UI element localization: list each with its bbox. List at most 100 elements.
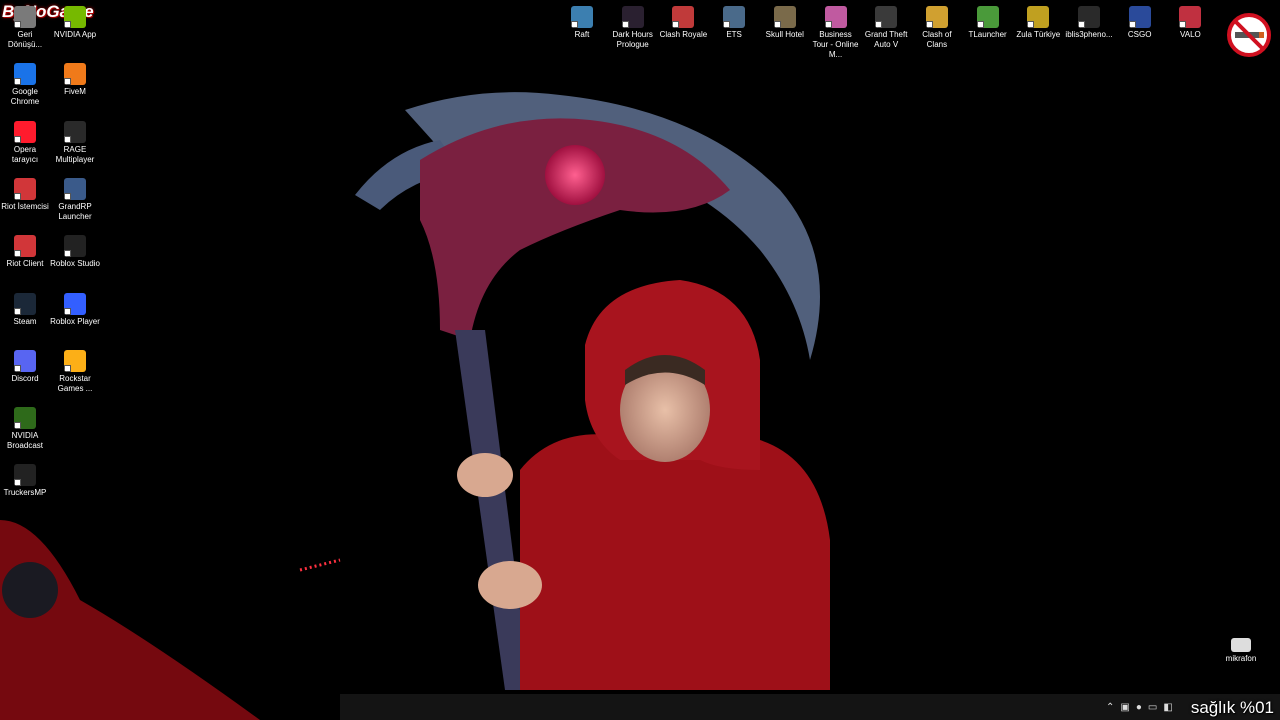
desktop-icon[interactable]: Riot Client	[0, 235, 50, 269]
desktop-icon[interactable]: ETS	[709, 6, 759, 40]
app-icon	[672, 6, 695, 28]
app-icon	[773, 6, 796, 28]
desktop-icon-label: VALO	[1180, 30, 1201, 39]
app-icon	[14, 407, 36, 430]
desktop-icon-label: ETS	[726, 30, 742, 39]
desktop-icon-label: Zula Türkiye	[1016, 30, 1061, 39]
desktop-icon-label: RAGE Multiplayer	[55, 144, 95, 164]
app-icon	[723, 6, 746, 28]
desktop-icon[interactable]: CSGO	[1115, 6, 1165, 40]
app-icon	[14, 349, 36, 372]
shortcut-arrow-icon	[14, 479, 21, 487]
desktop-icon-label: Google Chrome	[10, 87, 40, 107]
desktop-icon-label: Geri Dönüşü...	[7, 30, 43, 49]
shortcut-arrow-icon	[64, 307, 71, 315]
desktop-icon-label: CSGO	[1127, 30, 1152, 39]
app-icon	[64, 349, 86, 372]
shortcut-arrow-icon	[64, 78, 71, 86]
app-icon	[14, 63, 36, 86]
desktop-icon[interactable]: Roblox Player	[50, 292, 100, 327]
desktop-wallpaper	[0, 0, 1280, 720]
desktop-icon-label: Riot İstemcisi	[1, 201, 49, 211]
desktop-icon[interactable]: Rockstar Games ...	[50, 349, 100, 394]
app-icon	[925, 6, 948, 28]
health-overlay: sağlık %01	[1190, 698, 1274, 717]
shortcut-arrow-icon	[976, 21, 984, 28]
shortcut-arrow-icon	[14, 192, 21, 200]
shortcut-arrow-icon	[14, 364, 21, 372]
shortcut-arrow-icon	[824, 21, 832, 28]
desktop-icon-mikrafon[interactable]: mikrafon	[1216, 638, 1266, 664]
desktop-icon-label: Clash Royale	[659, 30, 708, 39]
chevron-up-icon[interactable]: ⌃	[1106, 702, 1114, 713]
desktop-icon-label: Opera tarayıcı	[11, 144, 39, 164]
shortcut-arrow-icon	[1078, 21, 1085, 28]
desktop-icon[interactable]: iblis3pheno...	[1064, 6, 1114, 40]
shortcut-arrow-icon	[64, 250, 71, 258]
desktop-icon-label: Skull Hotel	[765, 30, 804, 39]
desktop-icon-label: TruckersMP	[3, 488, 47, 498]
shortcut-arrow-icon	[14, 250, 21, 258]
network-icon[interactable]: ◧	[1163, 702, 1172, 713]
desktop-icon-label: GrandRP Launcher	[58, 201, 92, 221]
desktop-icon[interactable]: Raft	[557, 6, 607, 40]
desktop-icon-label: mikrafon	[1225, 654, 1257, 663]
desktop-icon-label: NVIDIA App	[53, 30, 97, 39]
desktop-icon[interactable]: Zula Türkiye	[1013, 6, 1063, 40]
app-icon	[64, 177, 86, 200]
shortcut-arrow-icon	[64, 135, 71, 143]
shortcut-arrow-icon	[571, 21, 578, 28]
desktop-icon[interactable]: Discord	[0, 349, 50, 384]
desktop-icon[interactable]: NVIDIA App	[50, 6, 100, 40]
app-icon	[14, 292, 36, 315]
desktop-icon-label: Steam	[13, 316, 37, 326]
desktop-icon[interactable]: Opera tarayıcı	[0, 120, 50, 165]
desktop-icon-label: TLauncher	[968, 30, 1007, 39]
desktop-icon-label: Dark Hours Prologue	[612, 30, 653, 49]
desktop-icon[interactable]: Riot İstemcisi	[0, 177, 50, 212]
desktop-icon[interactable]: TLauncher	[963, 6, 1013, 40]
desktop-icon-label: Discord	[11, 373, 39, 383]
shortcut-arrow-icon	[1179, 21, 1187, 28]
desktop-icon[interactable]: Clash of Clans	[912, 6, 962, 50]
app-icon	[14, 6, 36, 28]
desktop-icon[interactable]: Google Chrome	[0, 63, 50, 107]
shortcut-arrow-icon	[14, 21, 21, 28]
desktop-icon[interactable]: Geri Dönüşü...	[0, 6, 50, 50]
desktop-icon[interactable]: TruckersMP	[0, 464, 50, 498]
shortcut-arrow-icon	[723, 21, 731, 28]
desktop-icon-label: Raft	[574, 30, 590, 39]
app-icon	[14, 235, 36, 258]
microphone-icon[interactable]: ●	[1136, 702, 1142, 713]
desktop-icon-label: Riot Client	[6, 259, 44, 269]
app-icon	[824, 6, 847, 28]
desktop-icon-label: Grand Theft Auto V	[864, 30, 908, 49]
desktop-icon[interactable]: GrandRP Launcher	[50, 177, 100, 222]
app-icon	[64, 292, 86, 315]
desktop-icon[interactable]: Steam	[0, 292, 50, 327]
desktop-icon[interactable]: Skull Hotel	[760, 6, 810, 40]
desktop-icon[interactable]: Clash Royale	[658, 6, 708, 40]
desktop-icon-label: Roblox Player	[50, 316, 100, 326]
desktop-icon[interactable]: VALO	[1165, 6, 1215, 40]
app-icon	[14, 464, 36, 487]
desktop-icon[interactable]: FiveM	[50, 63, 100, 97]
app-icon	[1027, 6, 1050, 28]
app-icon	[976, 6, 999, 28]
app-icon	[1078, 6, 1100, 28]
app-icon	[64, 63, 86, 86]
desktop-icon[interactable]: Grand Theft Auto V	[861, 6, 911, 50]
app-icon	[14, 177, 36, 200]
shortcut-arrow-icon	[621, 21, 629, 28]
display-icon[interactable]: ▭	[1148, 702, 1157, 713]
desktop-icon[interactable]: Business Tour - Online M...	[811, 6, 861, 60]
desktop-icon[interactable]: Dark Hours Prologue	[608, 6, 658, 50]
camera-icon[interactable]: ▣	[1120, 702, 1129, 713]
desktop-icon[interactable]: Roblox Studio	[50, 235, 100, 269]
desktop-icon-label: Clash of Clans	[922, 30, 952, 49]
desktop-icon[interactable]: RAGE Multiplayer	[50, 120, 100, 165]
microphone-file-icon	[1231, 638, 1251, 652]
shortcut-arrow-icon	[64, 192, 71, 200]
desktop-icon[interactable]: NVIDIA Broadcast	[0, 407, 50, 451]
shortcut-arrow-icon	[14, 422, 21, 430]
